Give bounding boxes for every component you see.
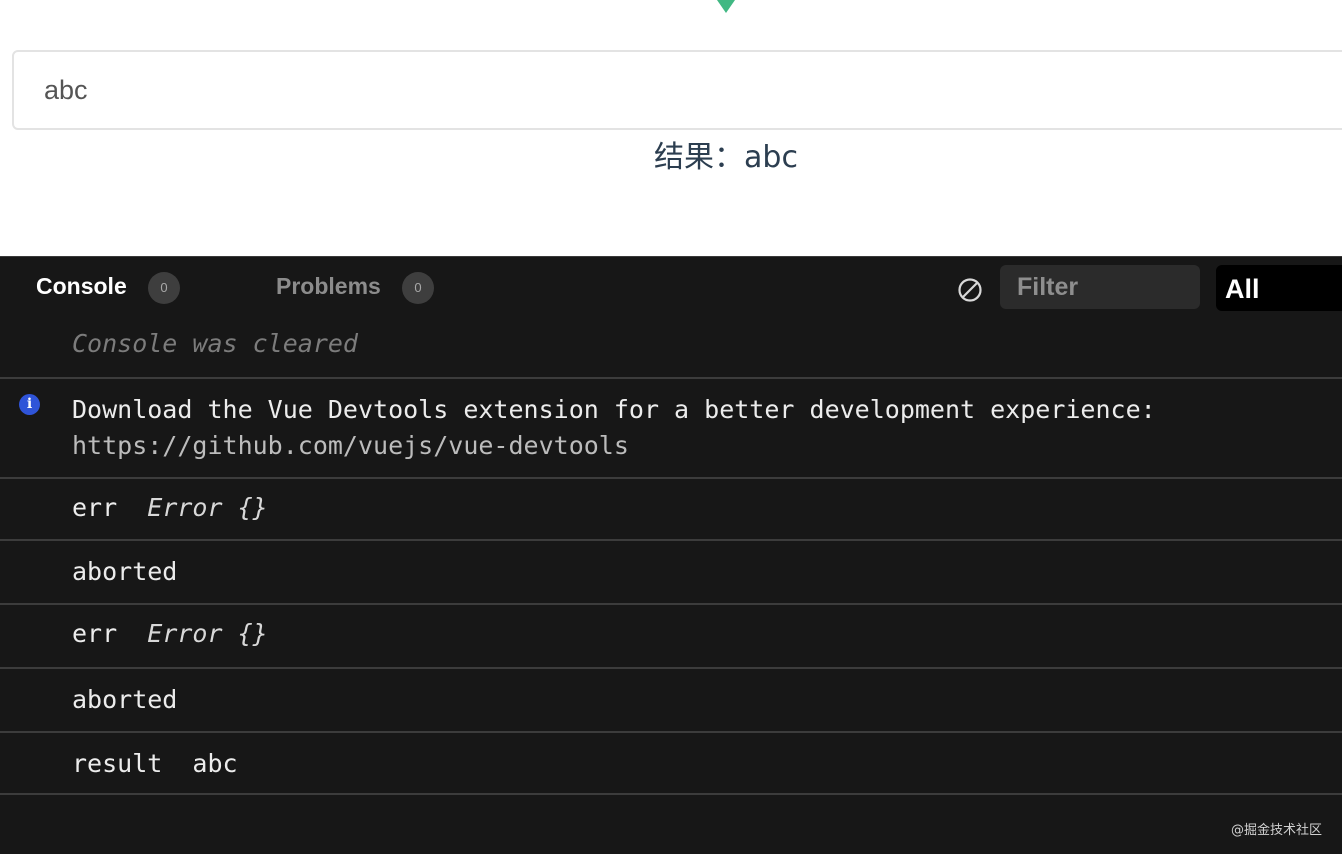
console-tab-bar: Console 0 Problems 0 All <box>0 257 1342 319</box>
log-level-select[interactable]: All <box>1216 265 1342 311</box>
problems-count-badge: 0 <box>402 272 434 304</box>
info-icon: i <box>19 394 40 415</box>
console-row: err Error {} <box>0 603 1342 667</box>
devtools-link[interactable]: https://github.com/vuejs/vue-devtools <box>72 431 629 460</box>
log-label: err <box>72 493 118 522</box>
clear-console-icon[interactable] <box>957 277 983 303</box>
console-count-badge: 0 <box>148 272 180 304</box>
error-object[interactable]: Error {} <box>147 619 267 648</box>
app-preview: 结果：abc <box>0 0 1342 256</box>
log-label: result <box>72 749 163 778</box>
tab-console[interactable]: Console <box>36 273 127 300</box>
console-log-entry: err Error {} <box>72 619 268 648</box>
console-log-entry: result abc <box>72 749 238 778</box>
console-row: result abc <box>0 731 1342 795</box>
console-cleared-message: Console was cleared <box>72 329 358 358</box>
console-panel: Console 0 Problems 0 All Console was cle… <box>0 256 1342 854</box>
console-message-text: Download the Vue Devtools extension for … <box>72 395 1156 424</box>
filter-input[interactable] <box>1000 265 1200 309</box>
text-input[interactable] <box>14 52 1342 128</box>
console-row: aborted <box>0 667 1342 731</box>
console-row: aborted <box>0 539 1342 603</box>
filter-box[interactable] <box>1000 265 1200 309</box>
vue-logo-icon <box>717 0 735 13</box>
log-text: aborted <box>72 557 178 586</box>
result-text: 结果：abc <box>654 140 798 175</box>
log-value: abc <box>192 749 238 778</box>
tab-problems[interactable]: Problems <box>276 273 381 300</box>
error-object[interactable]: Error {} <box>147 493 267 522</box>
watermark: @掘金技术社区 <box>1230 823 1322 838</box>
console-row-info: i Download the Vue Devtools extension fo… <box>0 377 1342 477</box>
console-log-entry: err Error {} <box>72 493 268 522</box>
text-input-container[interactable] <box>12 50 1342 130</box>
log-text: aborted <box>72 685 178 714</box>
console-row: err Error {} <box>0 477 1342 539</box>
log-label: err <box>72 619 118 648</box>
